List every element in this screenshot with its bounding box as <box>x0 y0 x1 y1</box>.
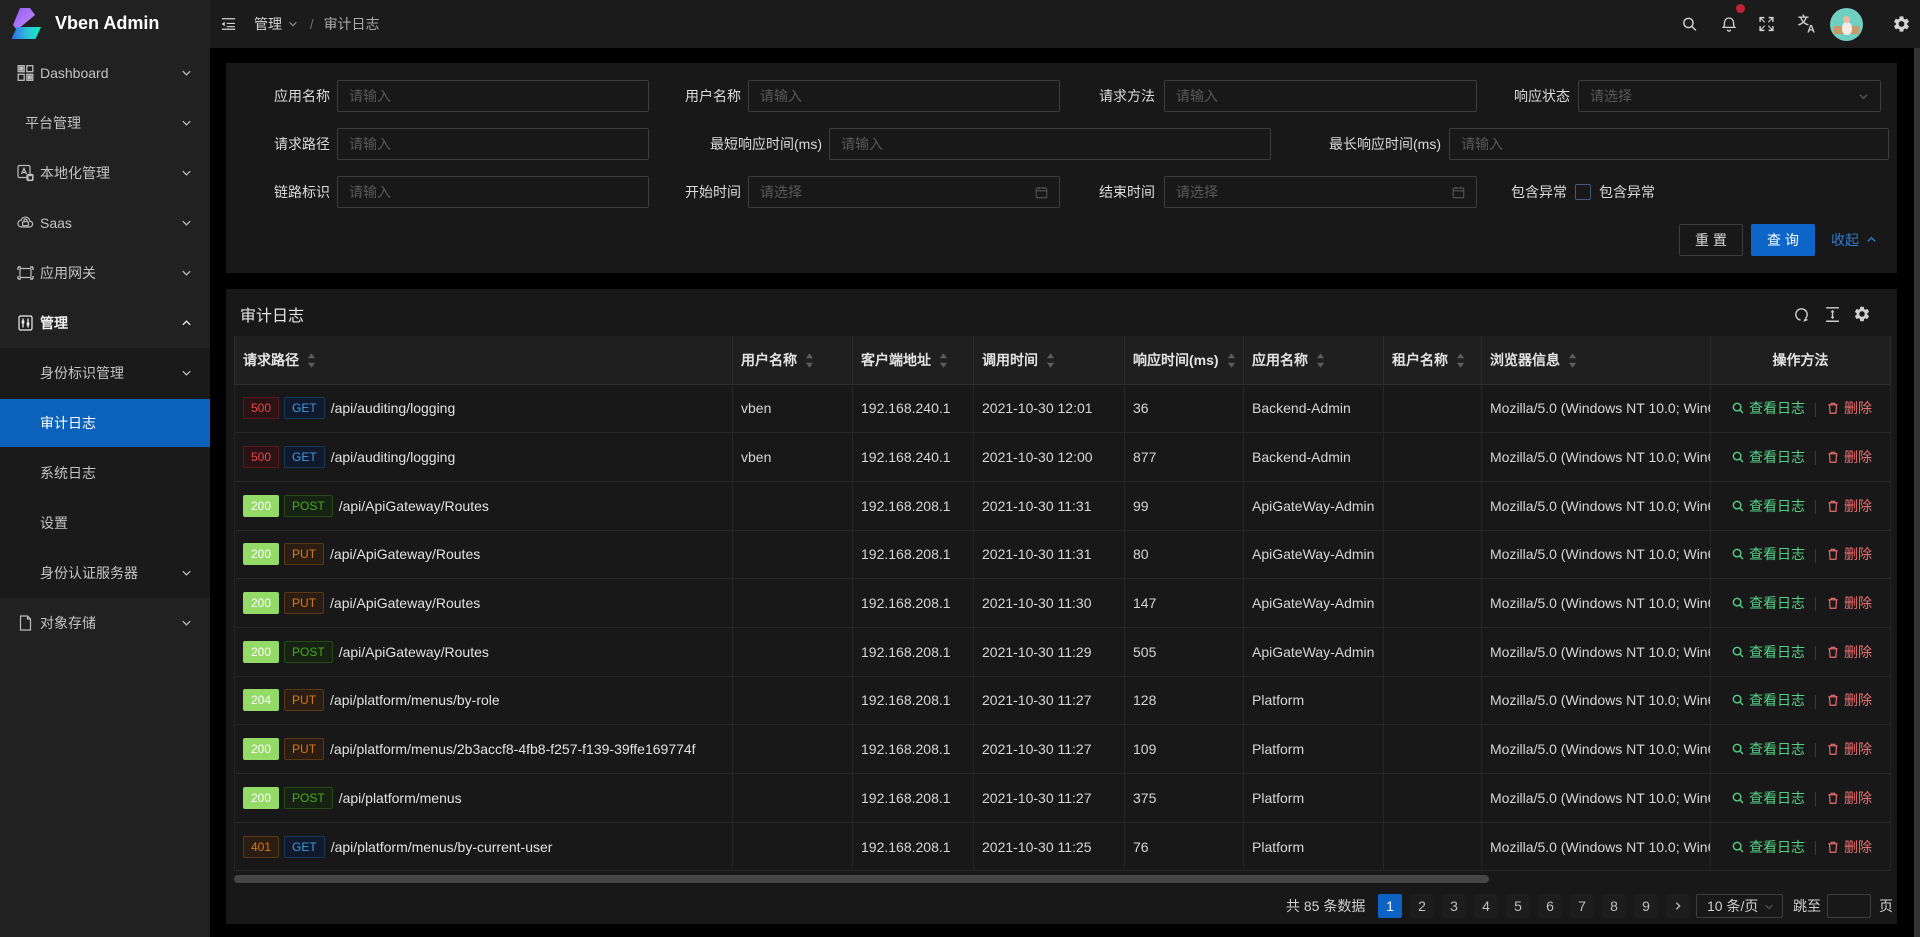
svg-text:A: A <box>1807 23 1815 34</box>
